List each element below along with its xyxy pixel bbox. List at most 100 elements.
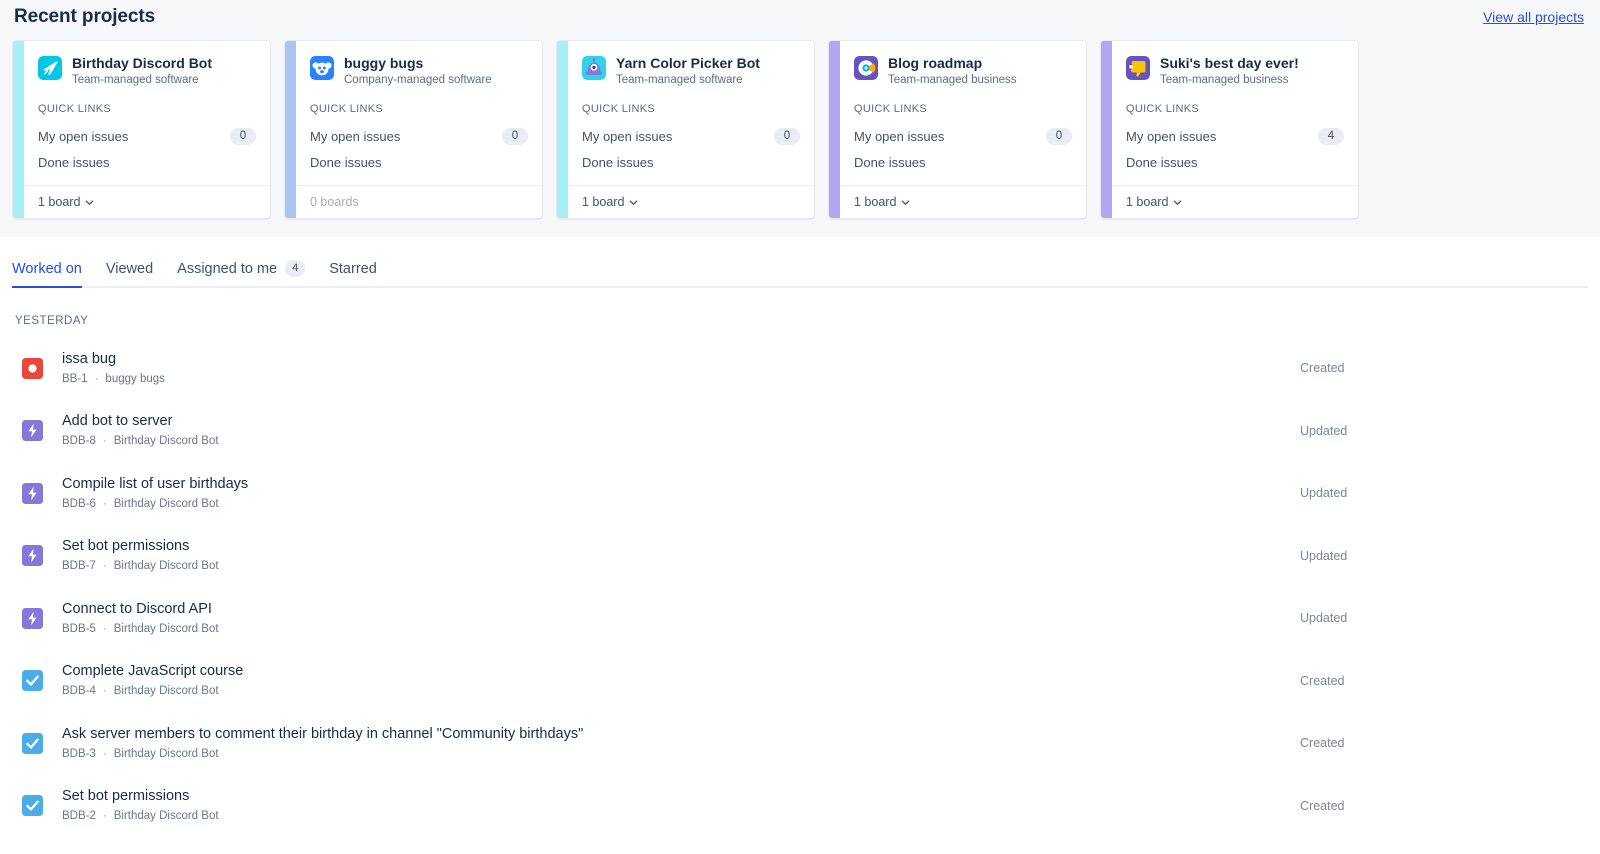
issue-row[interactable]: Compile list of user birthdays BDB-6 · Birt… <box>12 462 1588 525</box>
quick-link-row[interactable]: My open issues 0 <box>38 123 256 149</box>
koala-icon <box>310 56 334 80</box>
issue-key: BDB-4 <box>62 685 96 698</box>
quick-link-count: 0 <box>774 127 800 145</box>
issue-action-label: Updated <box>1300 548 1348 563</box>
issue-project-name: Birthday Discord Bot <box>113 747 219 760</box>
project-card-footer: 0 boards <box>296 185 542 218</box>
view-all-projects-link[interactable]: View all projects <box>1483 6 1588 25</box>
meta-separator: · <box>102 497 107 510</box>
tab-assigned-to-me[interactable]: Assigned to me 4 <box>177 260 306 286</box>
issue-title[interactable]: Set bot permissions <box>62 537 1288 556</box>
issue-title[interactable]: Ask server members to comment their birt… <box>62 725 1288 744</box>
issue-action-label: Updated <box>1300 611 1348 626</box>
quick-links-heading: QUICK LINKS <box>310 103 383 115</box>
project-name[interactable]: Birthday Discord Bot <box>72 55 212 72</box>
meta-separator: · <box>102 747 107 760</box>
quick-link-row[interactable]: My open issues 0 <box>310 123 528 149</box>
quick-link-row[interactable]: My open issues 0 <box>582 123 800 149</box>
chevron-down-icon <box>630 200 638 205</box>
issue-project-name: buggy bugs <box>105 372 165 385</box>
project-card[interactable]: Blog roadmap Team-managed business QUICK L… <box>828 40 1087 219</box>
tab-badge: 4 <box>285 260 306 277</box>
issue-row[interactable]: Add bot to server BDB-8 · Birthday Discord … <box>12 400 1588 463</box>
tab-starred[interactable]: Starred <box>329 261 377 286</box>
tab-label: Assigned to me <box>177 260 278 277</box>
recent-projects-section: Recent projects View all projects Birthd… <box>0 0 1600 237</box>
issue-project-name: Birthday Discord Bot <box>113 560 219 573</box>
project-name[interactable]: buggy bugs <box>344 55 492 72</box>
quick-links-heading: QUICK LINKS <box>38 103 111 115</box>
project-type: Team-managed software <box>72 74 199 86</box>
project-card-footer: 1 board <box>1112 185 1358 218</box>
quick-link-label: Done issues <box>38 154 110 170</box>
thumbs-down-icon <box>1126 56 1150 80</box>
project-accent-stripe <box>829 41 840 218</box>
issue-key: BDB-8 <box>62 435 96 448</box>
page-title: Recent projects <box>14 6 156 27</box>
project-type: Team-managed business <box>888 74 1017 86</box>
quick-link-label: Done issues <box>310 154 382 170</box>
pacman-circle-icon <box>854 56 878 80</box>
project-cards-row: Birthday Discord Bot Team-managed softwar… <box>12 40 1588 219</box>
project-name[interactable]: Suki's best day ever! <box>1160 55 1299 72</box>
board-count-label: 1 board <box>582 195 625 209</box>
issue-row[interactable]: Set bot permissions BDB-7 · Birthday Discor… <box>12 525 1588 588</box>
project-card-footer: 1 board <box>24 185 270 218</box>
board-selector[interactable]: 1 board <box>38 195 94 209</box>
issue-row[interactable]: Set bot permissions BDB-2 · Birthday Discor… <box>12 775 1588 838</box>
chevron-down-icon <box>86 200 94 205</box>
airplane-icon <box>38 56 62 80</box>
quick-link-row[interactable]: Done issues <box>582 149 800 175</box>
quick-link-row[interactable]: My open issues 0 <box>854 123 1072 149</box>
meta-separator: · <box>94 372 99 385</box>
activity-list-section: YESTERDAY issa bug BB-1 · buggy bugs Created… <box>0 288 1600 837</box>
quick-link-row[interactable]: My open issues 4 <box>1126 123 1344 149</box>
issue-project-name: Birthday Discord Bot <box>113 685 219 698</box>
project-name[interactable]: Blog roadmap <box>888 55 1017 72</box>
issue-row[interactable]: Connect to Discord API BDB-5 · Birthday Dis… <box>12 587 1588 650</box>
quick-link-row[interactable]: Done issues <box>854 149 1072 175</box>
issue-row[interactable]: issa bug BB-1 · buggy bugs Created <box>12 337 1588 400</box>
task-bolt-icon <box>22 420 43 442</box>
project-accent-stripe <box>285 41 296 218</box>
tab-label: Worked on <box>12 260 82 277</box>
meta-separator: · <box>102 622 107 635</box>
quick-link-label: Done issues <box>1126 154 1198 170</box>
meta-separator: · <box>102 810 107 823</box>
issue-title[interactable]: Complete JavaScript course <box>62 662 1288 681</box>
issue-title[interactable]: issa bug <box>62 350 1288 369</box>
issue-key: BB-1 <box>62 372 88 385</box>
project-card[interactable]: Birthday Discord Bot Team-managed softwar… <box>12 40 271 219</box>
issue-project-name: Birthday Discord Bot <box>113 622 219 635</box>
issue-row[interactable]: Complete JavaScript course BDB-4 · Birthday… <box>12 650 1588 713</box>
board-selector[interactable]: 1 board <box>854 195 910 209</box>
issue-title[interactable]: Compile list of user birthdays <box>62 475 1288 494</box>
meta-separator: · <box>102 435 107 448</box>
tab-worked-on[interactable]: Worked on <box>12 260 82 288</box>
board-selector[interactable]: 1 board <box>1126 195 1182 209</box>
board-selector[interactable]: 1 board <box>582 195 638 209</box>
issue-title[interactable]: Connect to Discord API <box>62 600 1288 619</box>
quick-link-row[interactable]: Done issues <box>38 149 256 175</box>
quick-link-row[interactable]: Done issues <box>1126 149 1344 175</box>
board-count-label: 1 board <box>38 195 81 209</box>
issue-title[interactable]: Set bot permissions <box>62 787 1288 806</box>
project-card[interactable]: Yarn Color Picker Bot Team-managed softwa… <box>556 40 815 219</box>
project-card-footer: 1 board <box>568 185 814 218</box>
issue-title[interactable]: Add bot to server <box>62 412 1288 431</box>
recent-projects-header: Recent projects View all projects <box>12 0 1588 40</box>
quick-links-heading: QUICK LINKS <box>854 103 927 115</box>
issue-key: BDB-5 <box>62 622 96 635</box>
activity-tabs-section: Worked on Viewed Assigned to me 4 Starred <box>0 237 1600 288</box>
quick-link-label: Done issues <box>582 154 654 170</box>
chevron-down-icon <box>902 200 910 205</box>
quick-link-label: My open issues <box>854 128 945 144</box>
tab-viewed[interactable]: Viewed <box>106 261 153 286</box>
project-card-footer: 1 board <box>840 185 1086 218</box>
project-card[interactable]: buggy bugs Company-managed software QUICK … <box>284 40 543 219</box>
quick-link-row[interactable]: Done issues <box>310 149 528 175</box>
board-selector: 0 boards <box>310 195 359 209</box>
issue-row[interactable]: Ask server members to comment their birt… <box>12 712 1588 775</box>
project-card[interactable]: Suki's best day ever! Team-managed busine… <box>1100 40 1359 219</box>
project-name[interactable]: Yarn Color Picker Bot <box>616 55 760 72</box>
